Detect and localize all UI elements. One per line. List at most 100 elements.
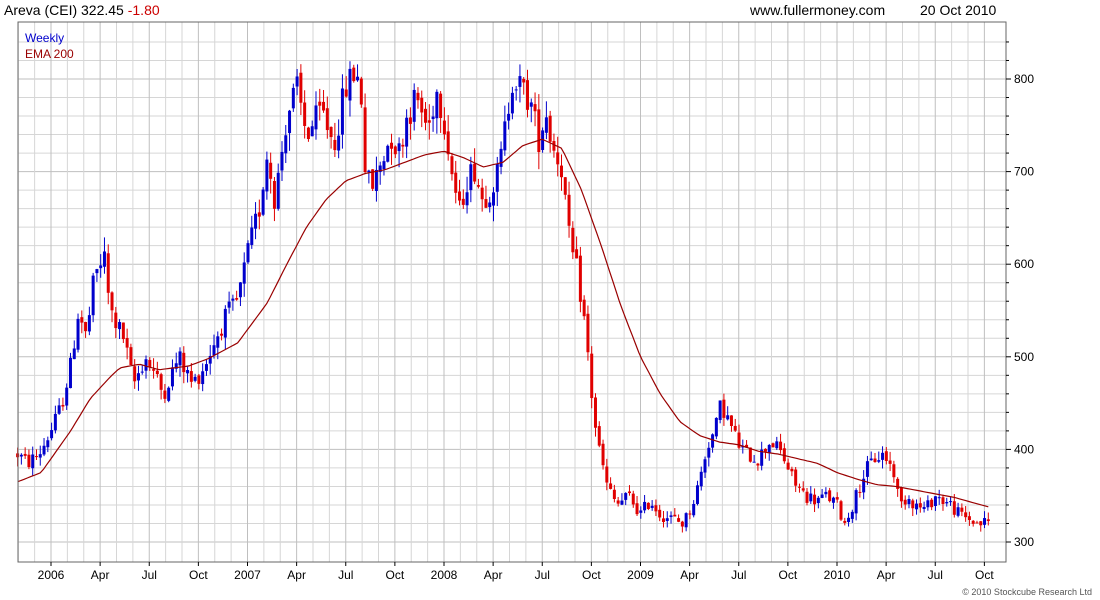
- candle-body: [53, 413, 57, 431]
- candle-body: [318, 101, 322, 106]
- candle-body: [408, 117, 412, 124]
- candle-body: [458, 191, 462, 201]
- candle-body: [186, 370, 190, 374]
- candle-body: [703, 459, 707, 473]
- candlesticks: [16, 61, 990, 533]
- ema-200-path: [17, 138, 989, 508]
- x-tick-label: Oct: [975, 568, 994, 582]
- candle-body: [427, 120, 431, 123]
- candle-body: [284, 135, 288, 154]
- candle-body: [952, 501, 956, 515]
- candle-body: [68, 357, 72, 389]
- candle-body: [654, 505, 658, 512]
- candle-body: [763, 448, 767, 452]
- candle-body: [250, 227, 254, 245]
- candle-body: [529, 102, 533, 107]
- candle-body: [805, 491, 809, 503]
- candle-body: [839, 501, 843, 520]
- candle-body: [933, 496, 937, 507]
- candle-body: [907, 499, 911, 505]
- x-tick-label: 2009: [627, 568, 654, 582]
- candle-body: [476, 185, 480, 187]
- candle-body: [148, 359, 152, 368]
- candle-body: [454, 172, 458, 193]
- candle-body: [159, 374, 163, 390]
- candle-body: [692, 503, 696, 516]
- candle-body: [420, 97, 424, 113]
- candle-body: [831, 497, 835, 503]
- candle-body: [575, 249, 579, 259]
- candle-body: [155, 370, 159, 375]
- candle-body: [348, 68, 352, 101]
- candle-body: [911, 500, 915, 509]
- candle-body: [964, 512, 968, 518]
- candle-body: [76, 318, 80, 350]
- candle-body: [971, 520, 975, 524]
- candle-body: [306, 127, 310, 140]
- candle-body: [884, 451, 888, 461]
- ema-line: [17, 138, 989, 508]
- candle-body: [246, 243, 250, 263]
- candle-body: [635, 503, 639, 515]
- x-tick-label: Jul: [142, 568, 157, 582]
- candle-body: [949, 501, 953, 503]
- candle-body: [597, 426, 601, 446]
- x-tick-label: Apr: [287, 568, 306, 582]
- candle-body: [639, 510, 643, 513]
- candle-body: [967, 516, 971, 521]
- candle-body: [265, 159, 269, 192]
- candle-body: [65, 387, 69, 406]
- x-tick-label: Apr: [680, 568, 699, 582]
- candle-body: [578, 255, 582, 302]
- candle-body: [899, 487, 903, 502]
- candle-body: [280, 151, 284, 171]
- candle-body: [220, 333, 224, 336]
- candle-body: [216, 336, 220, 348]
- candle-body: [824, 491, 828, 495]
- candle-body: [95, 269, 99, 274]
- candle-body: [658, 509, 662, 518]
- candle-body: [295, 76, 299, 87]
- candle-body: [303, 102, 307, 126]
- candle-body: [507, 113, 511, 121]
- candle-body: [526, 80, 530, 110]
- candle-body: [499, 148, 503, 167]
- candle-body: [291, 87, 295, 109]
- candle-body: [269, 162, 273, 179]
- candle-body: [469, 164, 473, 191]
- candle-body: [843, 520, 847, 523]
- candle-body: [424, 108, 428, 123]
- candle-body: [873, 458, 877, 463]
- x-tick-label: Apr: [877, 568, 896, 582]
- candle-body: [559, 165, 563, 178]
- candle-body: [556, 152, 560, 165]
- y-tick-label: 500: [1014, 350, 1034, 364]
- candle-body: [582, 299, 586, 317]
- candle-body: [620, 500, 624, 505]
- candle-body: [707, 447, 711, 458]
- candle-body: [261, 189, 265, 215]
- candle-body: [650, 505, 654, 508]
- candle-body: [182, 352, 186, 373]
- candle-body: [729, 415, 733, 426]
- x-tick-label: Oct: [582, 568, 601, 582]
- candle-body: [382, 161, 386, 170]
- candle-body: [61, 404, 65, 407]
- candle-body: [84, 321, 88, 332]
- candle-body: [136, 373, 140, 381]
- candle-body: [435, 91, 439, 119]
- candle-body: [854, 490, 858, 514]
- candle-body: [922, 506, 926, 510]
- candle-body: [726, 415, 730, 420]
- candle-body: [238, 282, 242, 298]
- y-axis: 300 400 500 600 700 800: [1006, 41, 1034, 549]
- candle-body: [461, 198, 465, 205]
- candle-body: [204, 364, 208, 371]
- candle-body: [118, 322, 122, 330]
- candle-body: [416, 92, 420, 101]
- candle-body: [34, 456, 38, 458]
- candle-body: [835, 497, 839, 500]
- x-tick-label: Jul: [338, 568, 353, 582]
- x-tick-label: 2006: [38, 568, 65, 582]
- x-tick-label: Jul: [928, 568, 943, 582]
